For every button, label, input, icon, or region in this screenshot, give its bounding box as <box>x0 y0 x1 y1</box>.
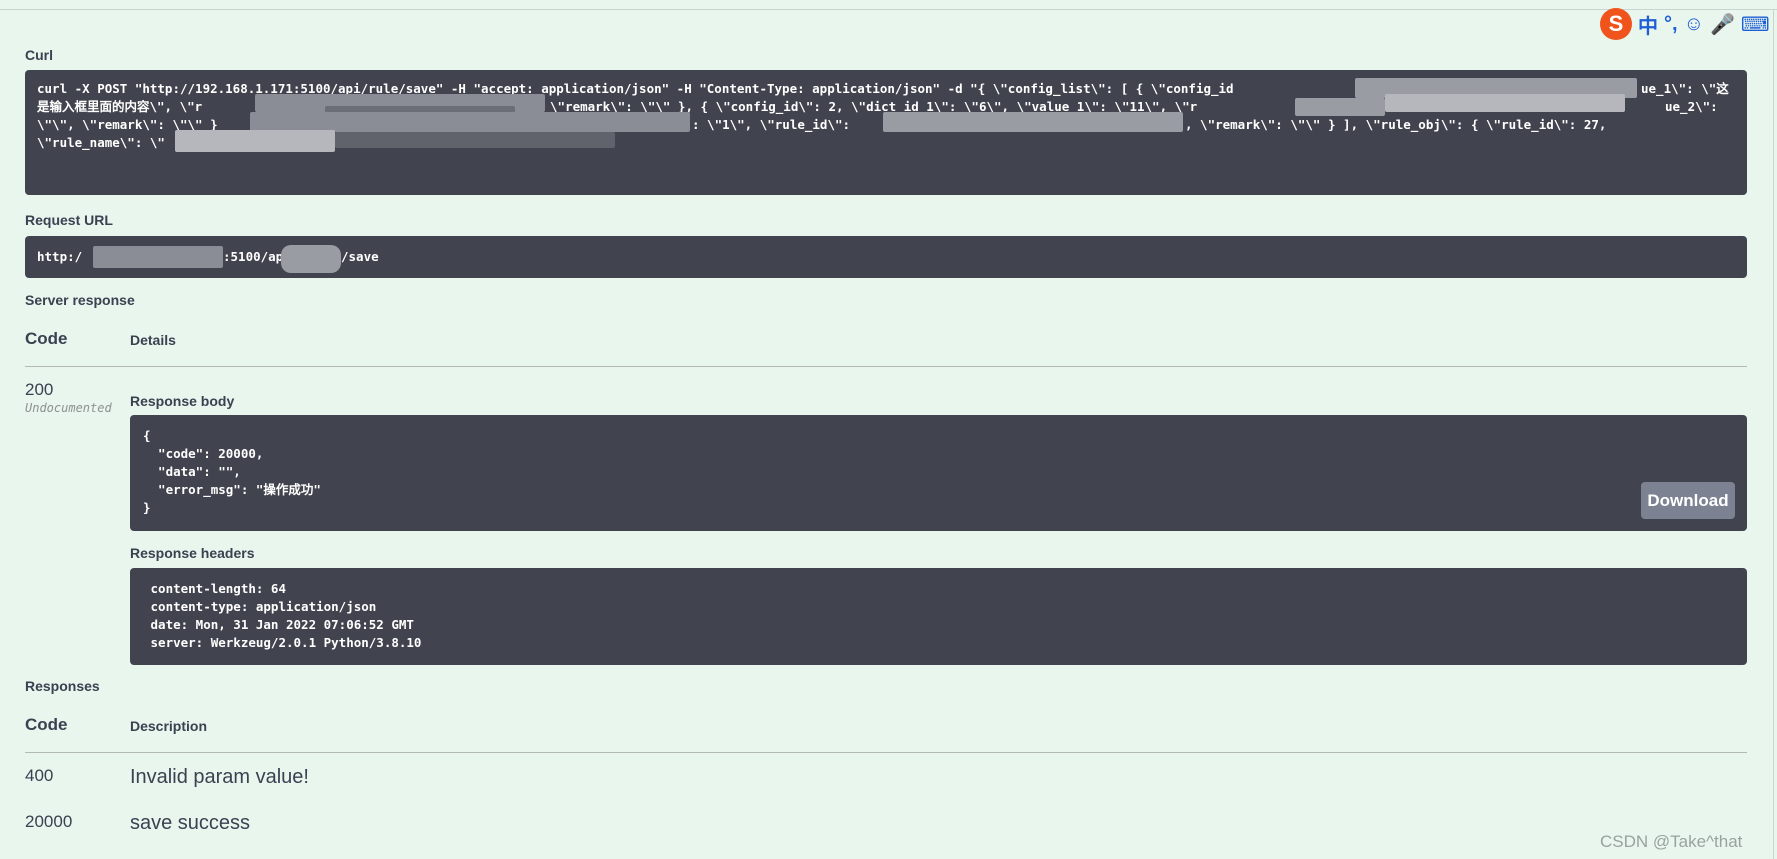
server-response-details-header: Details <box>130 332 176 348</box>
curl-line-1: curl -X POST "http://192.168.1.171:5100/… <box>37 81 1234 96</box>
punctuation-icon[interactable]: °, <box>1664 13 1678 36</box>
responses-code-header: Code <box>25 715 68 734</box>
request-url-prefix: http:/ <box>37 249 83 264</box>
divider <box>25 366 1747 367</box>
keyboard-icon[interactable]: ⌨ <box>1741 12 1770 37</box>
redaction-block <box>1385 94 1625 112</box>
curl-line-3-end: , \"remark\": \"\" } ], \"rule_obj\": { … <box>1185 117 1607 132</box>
response-header-line: content-length: 64 <box>143 581 286 596</box>
redaction-block <box>1295 98 1385 116</box>
request-url-suffix: /save <box>341 249 379 264</box>
undocumented-label: Undocumented <box>25 401 112 415</box>
curl-line-1-end: ue_1\": \"这 <box>1641 81 1729 96</box>
curl-command-box[interactable]: curl -X POST "http://192.168.1.171:5100/… <box>25 70 1747 195</box>
response-header-line: date: Mon, 31 Jan 2022 07:06:52 GMT <box>143 617 414 632</box>
response-body-line: { <box>143 428 151 443</box>
redaction-block <box>335 132 615 148</box>
watermark: CSDN @Take^that <box>1600 832 1743 851</box>
ime-toolbar[interactable]: S 中 °, ☺ 🎤 ⌨ <box>1600 8 1770 40</box>
response-body-line: "error_msg": "操作成功" <box>143 482 321 497</box>
redaction-block <box>883 112 1183 132</box>
emoji-icon[interactable]: ☺ <box>1684 13 1704 36</box>
response-body-line: } <box>143 500 151 515</box>
response-row-description: save success <box>130 812 251 834</box>
server-response-code-header: Code <box>25 329 68 348</box>
right-border <box>1773 9 1774 859</box>
request-url-label: Request URL <box>25 212 113 228</box>
curl-line-2-start: 是输入框里面的内容\", \"r <box>37 99 203 114</box>
top-border <box>0 9 1777 10</box>
microphone-icon[interactable]: 🎤 <box>1710 12 1735 37</box>
response-body-line: "data": "", <box>143 464 241 479</box>
curl-label: Curl <box>25 47 53 63</box>
response-header-line: content-type: application/json <box>143 599 377 614</box>
response-headers-box[interactable]: content-length: 64 content-type: applica… <box>130 568 1747 665</box>
response-header-line: server: Werkzeug/2.0.1 Python/3.8.10 <box>143 635 422 650</box>
redaction-block <box>93 246 223 268</box>
responses-label: Responses <box>25 678 100 694</box>
curl-line-2-end: ue_2\": <box>1665 99 1718 114</box>
response-status-code: 200 <box>25 380 54 399</box>
response-row-code: 400 <box>25 766 54 785</box>
response-body-label: Response body <box>130 393 235 409</box>
curl-line-3-mid: : \"1\", \"rule_id\": <box>692 117 851 132</box>
redaction-block <box>175 130 335 152</box>
divider <box>25 752 1747 753</box>
redaction-block <box>281 245 341 273</box>
request-url-box[interactable]: http:/ :5100/api /save <box>25 236 1747 278</box>
response-body-box[interactable]: { "code": 20000, "data": "", "error_msg"… <box>130 415 1747 531</box>
sogou-logo-icon[interactable]: S <box>1600 8 1632 40</box>
curl-line-4-start: \"rule_name\": \" <box>37 135 165 150</box>
redaction-block <box>250 112 690 132</box>
download-button[interactable]: Download <box>1641 482 1735 519</box>
response-row-description: Invalid param value! <box>130 766 309 788</box>
response-headers-label: Response headers <box>130 545 255 561</box>
chinese-mode-icon[interactable]: 中 <box>1638 10 1658 39</box>
server-response-label: Server response <box>25 292 135 308</box>
responses-description-header: Description <box>130 718 208 734</box>
response-body-line: "code": 20000, <box>143 446 264 461</box>
response-row-code: 20000 <box>25 812 73 831</box>
